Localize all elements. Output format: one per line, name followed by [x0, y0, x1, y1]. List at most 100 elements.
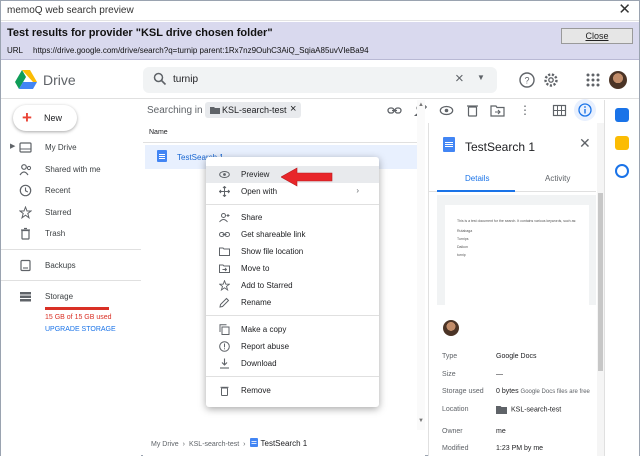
tasks-icon[interactable] [615, 164, 629, 178]
link-icon[interactable] [387, 103, 402, 118]
download-icon [220, 358, 229, 369]
sidebar-item-backups[interactable]: Backups [1, 256, 141, 276]
sidebar-item-my-drive[interactable]: ▶ My Drive [1, 138, 141, 158]
sidebar-item-label: Starred [45, 208, 72, 217]
breadcrumb-item[interactable]: KSL-search-test [189, 441, 239, 448]
details-tabs: Details Activity [429, 168, 596, 192]
grid-view-icon[interactable] [552, 103, 567, 118]
storage-note: Google Docs files are free [520, 389, 590, 395]
results-url-line: URL https://drive.google.com/drive/search… [7, 46, 369, 55]
sidebar-item-shared[interactable]: Shared with me [1, 160, 141, 180]
sidebar-item-label: My Drive [45, 143, 77, 152]
url-label: URL [7, 46, 24, 55]
sidebar-divider [1, 249, 141, 250]
menu-item-report-abuse[interactable]: Report abuse [206, 338, 379, 355]
sidebar-item-label: Storage [45, 292, 74, 301]
menu-item-label: Report abuse [241, 342, 290, 351]
menu-item-make-copy[interactable]: Make a copy [206, 321, 379, 338]
menu-item-get-link[interactable]: Get shareable link [206, 226, 379, 243]
new-button[interactable]: + New [13, 105, 77, 131]
file-list-scrollbar[interactable]: ▲ ▼ [417, 100, 425, 430]
apps-grid-icon[interactable] [584, 71, 602, 89]
tab-details[interactable]: Details [465, 174, 489, 183]
sidebar-item-trash[interactable]: Trash [1, 224, 141, 244]
menu-item-move-to[interactable]: Move to [206, 260, 379, 277]
document-thumbnail[interactable]: This is a test document for the search. … [437, 195, 596, 305]
trash-icon[interactable] [465, 103, 480, 118]
search-options-icon[interactable]: ▼ [477, 73, 485, 82]
trash-icon [220, 386, 229, 396]
window-close-icon[interactable]: ✕ [618, 2, 631, 18]
trash-icon [21, 227, 30, 240]
menu-item-download[interactable]: Download [206, 355, 379, 372]
active-tab-indicator [437, 190, 515, 192]
prop-owner-value: me [496, 428, 506, 435]
breadcrumb-item[interactable]: My Drive [151, 441, 179, 448]
account-avatar[interactable] [609, 71, 627, 89]
remove-scope-icon[interactable]: × [290, 103, 296, 115]
sidebar-item-label: Backups [45, 261, 76, 270]
prop-owner-key: Owner [442, 428, 463, 435]
preview-eye-icon[interactable] [439, 103, 454, 118]
menu-item-label: Rename [241, 298, 272, 307]
menu-item-label: Move to [241, 264, 270, 273]
prop-size-key: Size [442, 371, 456, 378]
scroll-down-icon[interactable]: ▼ [418, 418, 424, 424]
sidebar-item-starred[interactable]: Starred [1, 203, 141, 223]
keep-icon[interactable] [615, 136, 629, 150]
menu-item-share[interactable]: Share [206, 209, 379, 226]
details-scroll-thumb[interactable] [598, 193, 603, 371]
search-icon[interactable] [153, 72, 167, 86]
scroll-up-icon[interactable]: ▲ [418, 102, 424, 108]
folder-move-icon [219, 264, 230, 273]
tab-activity[interactable]: Activity [545, 174, 570, 183]
expand-caret-icon[interactable]: ▶ [10, 142, 15, 150]
menu-item-show-location[interactable]: Show file location [206, 243, 379, 260]
menu-item-rename[interactable]: Rename [206, 294, 379, 311]
thumbnail-line: turnip [457, 253, 466, 257]
thumbnail-line: Rutabaga [457, 229, 473, 233]
sidebar-item-storage[interactable]: Storage [1, 287, 141, 307]
sidebar-item-label: Recent [45, 186, 71, 195]
menu-item-add-starred[interactable]: Add to Starred [206, 277, 379, 294]
prop-location-value[interactable]: KSL-search-test [496, 405, 561, 414]
sidebar-item-recent[interactable]: Recent [1, 181, 141, 201]
searching-in-label: Searching in [147, 105, 203, 116]
close-button[interactable]: Close [561, 28, 633, 44]
submenu-chevron-icon: › [356, 186, 359, 195]
help-icon[interactable]: ? [518, 71, 536, 89]
search-input[interactable]: turnip [173, 74, 198, 85]
search-box[interactable]: turnip × ▼ [143, 67, 497, 93]
details-scrollbar[interactable] [597, 123, 604, 456]
eye-icon [219, 171, 230, 178]
prop-type-key: Type [442, 353, 458, 360]
file-context-menu: Preview Open with › Share Get shareable … [206, 157, 379, 407]
upgrade-storage-link[interactable]: UPGRADE STORAGE [45, 326, 116, 333]
menu-item-remove[interactable]: Remove [206, 382, 379, 399]
calendar-icon[interactable] [615, 108, 629, 122]
thumbnail-line: Daikon [457, 245, 468, 249]
sidebar-item-label: Shared with me [45, 165, 101, 174]
move-to-folder-icon[interactable] [490, 103, 505, 118]
breadcrumb-current: TestSearch 1 [249, 438, 307, 448]
close-details-icon[interactable]: ✕ [579, 135, 591, 152]
preview-window: memoQ web search preview ✕ Test results … [0, 0, 640, 456]
folder-icon [219, 247, 230, 256]
view-details-button[interactable] [574, 99, 596, 121]
more-actions-icon[interactable]: ⋮ [519, 103, 531, 117]
folder-icon [496, 406, 507, 414]
prop-size-value: — [496, 371, 503, 378]
settings-gear-icon[interactable] [542, 71, 560, 89]
drive-logo-text: Drive [43, 72, 76, 88]
info-icon [578, 103, 592, 117]
location-name: KSL-search-test [511, 406, 562, 414]
prop-type-value: Google Docs [496, 353, 537, 360]
search-scope-chip[interactable]: KSL-search-test × [205, 102, 301, 118]
person-add-icon [219, 213, 230, 223]
google-doc-icon [157, 150, 167, 162]
breadcrumb-separator-icon: › [182, 441, 185, 448]
move-arrows-icon [219, 186, 230, 197]
clear-search-icon[interactable]: × [455, 70, 464, 87]
drive-logo-icon[interactable] [15, 70, 37, 90]
name-column-header[interactable]: Name [149, 129, 168, 136]
